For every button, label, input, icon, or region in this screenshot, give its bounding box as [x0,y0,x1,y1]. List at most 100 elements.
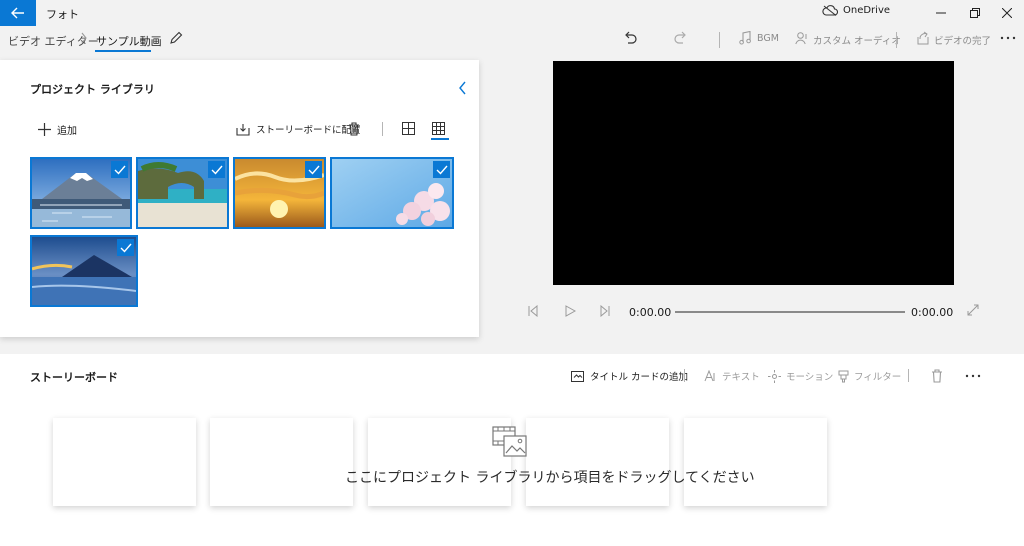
undo-button[interactable] [623,31,637,45]
grid-2x2-icon [402,122,415,135]
text-label: テキスト [722,372,760,383]
plus-icon [38,123,51,136]
arrow-left-icon [11,7,24,19]
place-in-storyboard-label: ストーリーボードに配置 [256,125,361,136]
place-in-storyboard-button[interactable]: ストーリーボードに配置 [236,122,361,136]
restore-button[interactable] [958,0,992,26]
storyboard-separator [684,369,685,382]
checkmark-icon [114,165,126,175]
drop-hint-text: ここにプロジェクト ライブラリから項目をドラッグしてください [345,470,755,486]
seek-bar[interactable] [675,311,905,313]
checkmark-icon [436,165,448,175]
library-item-fuji[interactable] [30,157,132,229]
play-button[interactable] [564,305,576,317]
add-media-button[interactable]: 追加 [38,122,77,137]
rename-button[interactable] [169,31,183,45]
onedrive-status[interactable]: OneDrive [822,5,890,16]
motion-icon [768,369,781,383]
trash-icon [349,122,359,136]
place-down-icon [236,123,250,136]
selected-checkbox[interactable] [111,161,128,178]
storyboard-separator [908,369,909,382]
current-time: 0:00.00 [629,306,672,319]
redo-icon [674,31,686,44]
minimize-icon [936,12,946,14]
close-button[interactable] [990,0,1024,26]
step-forward-icon [600,305,610,317]
next-frame-button[interactable] [599,305,611,317]
motion-label: モーション [786,372,834,383]
more-icon [1000,36,1016,40]
undo-icon [625,31,637,44]
selected-checkbox[interactable] [305,161,322,178]
cloud-off-icon [822,5,838,16]
add-title-card-button[interactable]: タイトル カードの追加 [571,369,688,383]
checkmark-icon [308,165,320,175]
restore-icon [970,8,980,18]
text-button[interactable]: テキスト [704,369,760,383]
app-title: フォト [46,8,79,21]
play-icon [565,305,576,317]
add-title-card-label: タイトル カードの追加 [590,372,689,383]
library-item-sakura[interactable] [330,157,454,229]
small-thumbnails-button[interactable] [432,122,445,135]
delete-media-button[interactable] [348,122,360,136]
bgm-button[interactable]: BGM [757,33,779,44]
toolbar-separator [719,32,720,48]
back-button[interactable] [0,0,36,26]
person-audio-icon [795,31,809,45]
storyboard-slot[interactable] [526,418,669,506]
finish-video-button[interactable]: ビデオの完了 [934,33,991,47]
storyboard-slot[interactable] [368,418,511,506]
library-item-beach[interactable] [136,157,229,229]
storyboard-more-button[interactable] [965,370,981,382]
storyboard-slot[interactable] [53,418,196,506]
breadcrumb-active-indicator [95,50,151,52]
project-library-title: プロジェクト ライブラリ [30,83,155,96]
collapse-library-button[interactable] [457,81,469,95]
selected-checkbox[interactable] [117,239,134,256]
add-media-label: 追加 [57,126,77,137]
minimize-button[interactable] [924,0,958,26]
close-icon [1002,8,1012,18]
media-drop-icon [492,426,528,458]
more-icon [965,374,981,378]
library-toolbar-separator [382,122,383,136]
toolbar-separator [896,32,897,48]
project-name[interactable]: サンプル動画 [96,33,162,49]
library-item-mountain-dawn[interactable] [30,235,138,307]
view-active-indicator [431,138,449,140]
step-back-icon [528,305,538,317]
redo-button[interactable] [674,31,688,45]
library-item-sunset[interactable] [233,157,326,229]
fullscreen-button[interactable] [967,304,979,316]
chevron-left-icon [459,81,466,95]
grid-3x3-icon [432,122,445,135]
checkmark-icon [120,243,132,253]
checkmark-icon [211,165,223,175]
storyboard-slot[interactable] [210,418,353,506]
music-icon [739,31,751,45]
pencil-icon [170,31,183,44]
chevron-right-icon [80,31,88,45]
filter-button[interactable]: フィルター [838,369,901,383]
storyboard-title: ストーリーボード [30,371,118,384]
trash-icon [932,369,942,383]
total-time: 0:00.00 [911,306,954,319]
previous-frame-button[interactable] [527,305,539,317]
share-icon [916,31,930,45]
selected-checkbox[interactable] [433,161,450,178]
text-icon [704,370,715,382]
selected-checkbox[interactable] [208,161,225,178]
storyboard-slot[interactable] [684,418,827,506]
expand-icon [967,304,979,316]
filter-icon [838,370,849,382]
custom-audio-button[interactable]: カスタム オーディオ [813,33,901,47]
onedrive-label: OneDrive [843,5,891,16]
video-preview [553,61,954,285]
motion-button[interactable]: モーション [768,369,833,383]
more-options-button[interactable] [1000,31,1016,45]
large-thumbnails-button[interactable] [402,122,415,135]
title-card-icon [571,370,584,382]
delete-clip-button[interactable] [931,369,943,383]
